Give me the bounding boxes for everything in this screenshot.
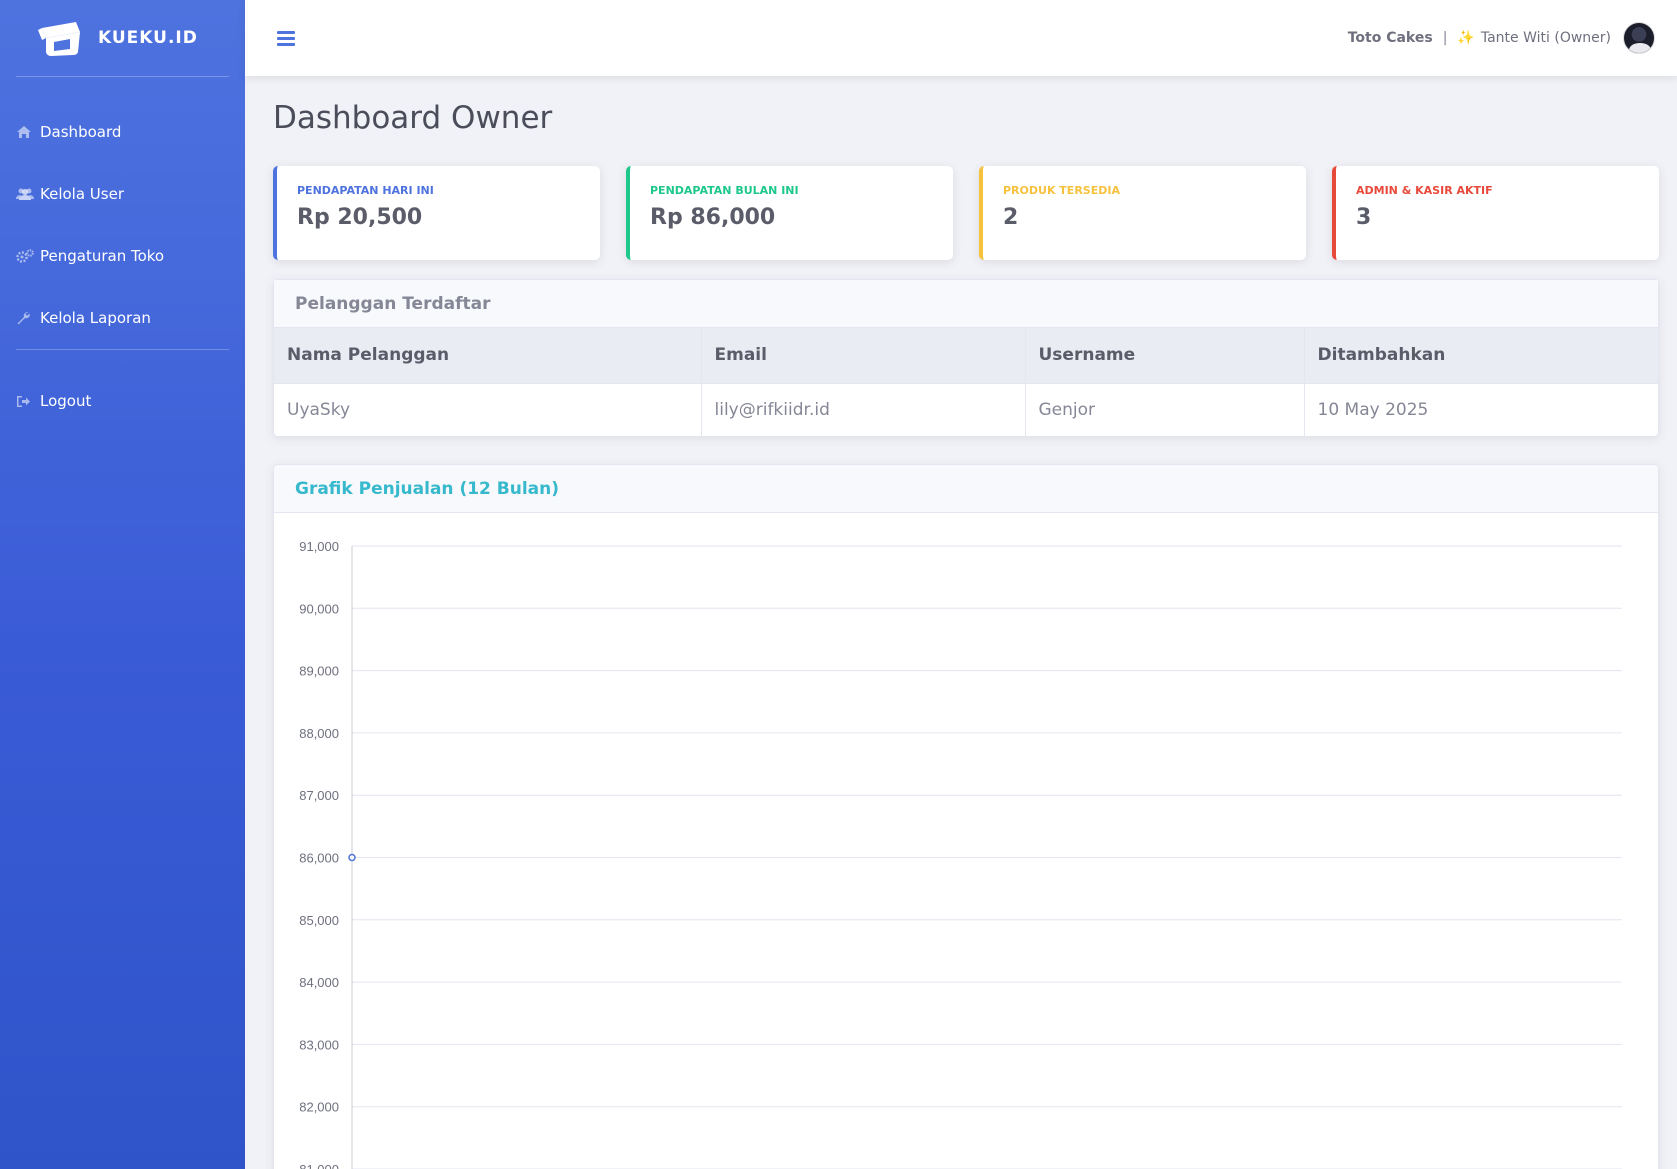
table-row: UyaSky lily@rifkiidr.id Genjor 10 May 20… bbox=[274, 383, 1658, 436]
card-label: PENDAPATAN BULAN INI bbox=[650, 184, 799, 197]
page-title: Dashboard Owner bbox=[273, 100, 553, 136]
column-header: Email bbox=[701, 328, 1026, 384]
y-tick-label: 91,000 bbox=[299, 539, 339, 554]
sidebar-item-kelola-laporan[interactable]: Kelola Laporan bbox=[0, 287, 245, 349]
card-pendapatan-bulan-ini: PENDAPATAN BULAN INI Rp 86,000 bbox=[626, 166, 953, 260]
sidebar: KUEKU.ID Dashboard Kelola User Pengatura… bbox=[0, 0, 245, 1169]
table-cell: 10 May 2025 bbox=[1317, 399, 1429, 420]
sidebar-item-label: Logout bbox=[40, 392, 92, 410]
y-tick-label: 88,000 bbox=[299, 726, 339, 741]
column-header: Username bbox=[1025, 328, 1305, 384]
card-value: 3 bbox=[1356, 205, 1372, 230]
table-cell: UyaSky bbox=[274, 383, 702, 436]
card-value: Rp 20,500 bbox=[297, 205, 423, 230]
column-header: Ditambahkan bbox=[1304, 328, 1658, 384]
sidebar-item-pengaturan-toko[interactable]: Pengaturan Toko bbox=[0, 225, 245, 287]
column-header: Nama Pelanggan bbox=[274, 328, 702, 384]
y-tick-label: 82,000 bbox=[299, 1100, 339, 1115]
user-name: Tante Witi (Owner) bbox=[1480, 30, 1611, 46]
brand-name: KUEKU.ID bbox=[98, 28, 198, 48]
sidebar-item-logout[interactable]: Logout bbox=[0, 370, 245, 432]
table-header-row: Nama Pelanggan Email Username Ditambahka… bbox=[274, 328, 1658, 384]
y-tick-label: 87,000 bbox=[299, 788, 339, 803]
card-pendapatan-hari-ini: PENDAPATAN HARI INI Rp 20,500 bbox=[273, 166, 600, 260]
menu-icon-line bbox=[277, 36, 295, 40]
brand[interactable]: KUEKU.ID bbox=[0, 0, 245, 76]
y-tick-label: 86,000 bbox=[299, 851, 339, 866]
wrench-icon bbox=[16, 311, 36, 325]
sidebar-item-label: Kelola User bbox=[40, 185, 124, 203]
y-tick-label: 85,000 bbox=[299, 913, 339, 928]
sidebar-item-kelola-user[interactable]: Kelola User bbox=[0, 163, 245, 225]
table-cell: Genjor bbox=[1025, 383, 1305, 436]
sidebar-item-label: Pengaturan Toko bbox=[40, 247, 165, 265]
table-cell: lily@rifkiidr.id bbox=[701, 383, 1026, 436]
y-tick-label: 90,000 bbox=[299, 601, 339, 616]
main-content: Dashboard Owner PENDAPATAN HARI INI Rp 2… bbox=[273, 76, 1659, 1169]
card-produk-tersedia: PRODUK TERSEDIA 2 bbox=[979, 166, 1306, 260]
menu-icon-line bbox=[277, 42, 295, 46]
sidebar-item-label: Kelola Laporan bbox=[40, 309, 151, 327]
card-label: ADMIN & KASIR AKTIF bbox=[1356, 184, 1493, 197]
user-menu[interactable]: Toto Cakes | ✨ Tante Witi (Owner) bbox=[1348, 0, 1655, 76]
card-value: 2 bbox=[1003, 205, 1019, 230]
logout-icon bbox=[16, 395, 36, 408]
sales-chart: 91,000 90,000 89,000 88,000 87,000 86,000 85,0… bbox=[299, 539, 1622, 1169]
customers-panel-title: Pelanggan Terdaftar bbox=[274, 280, 1658, 328]
y-tick-label: 84,000 bbox=[299, 975, 339, 990]
sparkle-icon: ✨ bbox=[1457, 30, 1475, 46]
y-tick-label: 89,000 bbox=[299, 664, 339, 679]
topbar: Toto Cakes | ✨ Tante Witi (Owner) bbox=[245, 0, 1677, 76]
card-value: Rp 86,000 bbox=[650, 205, 776, 230]
customers-panel: Pelanggan Terdaftar Nama Pelanggan Email… bbox=[273, 279, 1659, 437]
card-admin-kasir-aktif: ADMIN & KASIR AKTIF 3 bbox=[1332, 166, 1659, 260]
users-icon bbox=[16, 187, 36, 201]
card-label: PENDAPATAN HARI INI bbox=[297, 184, 434, 197]
sidebar-toggle-button[interactable] bbox=[277, 30, 295, 46]
summary-cards: PENDAPATAN HARI INI Rp 20,500 PENDAPATAN… bbox=[273, 166, 1659, 260]
chart-title: Grafik Penjualan (12 Bulan) bbox=[274, 465, 1658, 513]
gears-icon bbox=[16, 249, 36, 263]
sidebar-item-label: Dashboard bbox=[40, 123, 122, 141]
data-point[interactable] bbox=[348, 853, 356, 862]
sidebar-divider bbox=[16, 349, 229, 350]
store-logo-icon bbox=[36, 18, 82, 58]
home-icon bbox=[16, 125, 36, 139]
sidebar-nav: Dashboard Kelola User Pengaturan Toko Ke… bbox=[0, 77, 245, 349]
y-tick-label: 81,000 bbox=[299, 1162, 339, 1169]
sales-chart-panel: Grafik Penjualan (12 Bulan) 91,000 90,000… bbox=[273, 464, 1659, 1169]
sidebar-item-dashboard[interactable]: Dashboard bbox=[0, 101, 245, 163]
separator: | bbox=[1442, 30, 1448, 46]
avatar[interactable] bbox=[1623, 22, 1655, 54]
store-name: Toto Cakes bbox=[1347, 30, 1433, 46]
customers-table: Nama Pelanggan Email Username Ditambahka… bbox=[274, 328, 1658, 436]
menu-icon-line bbox=[277, 30, 295, 34]
y-tick-label: 83,000 bbox=[299, 1037, 339, 1052]
chart-area: 91,000 90,000 89,000 88,000 87,000 86,000 85,0… bbox=[274, 513, 1658, 1169]
card-label: PRODUK TERSEDIA bbox=[1003, 184, 1120, 197]
